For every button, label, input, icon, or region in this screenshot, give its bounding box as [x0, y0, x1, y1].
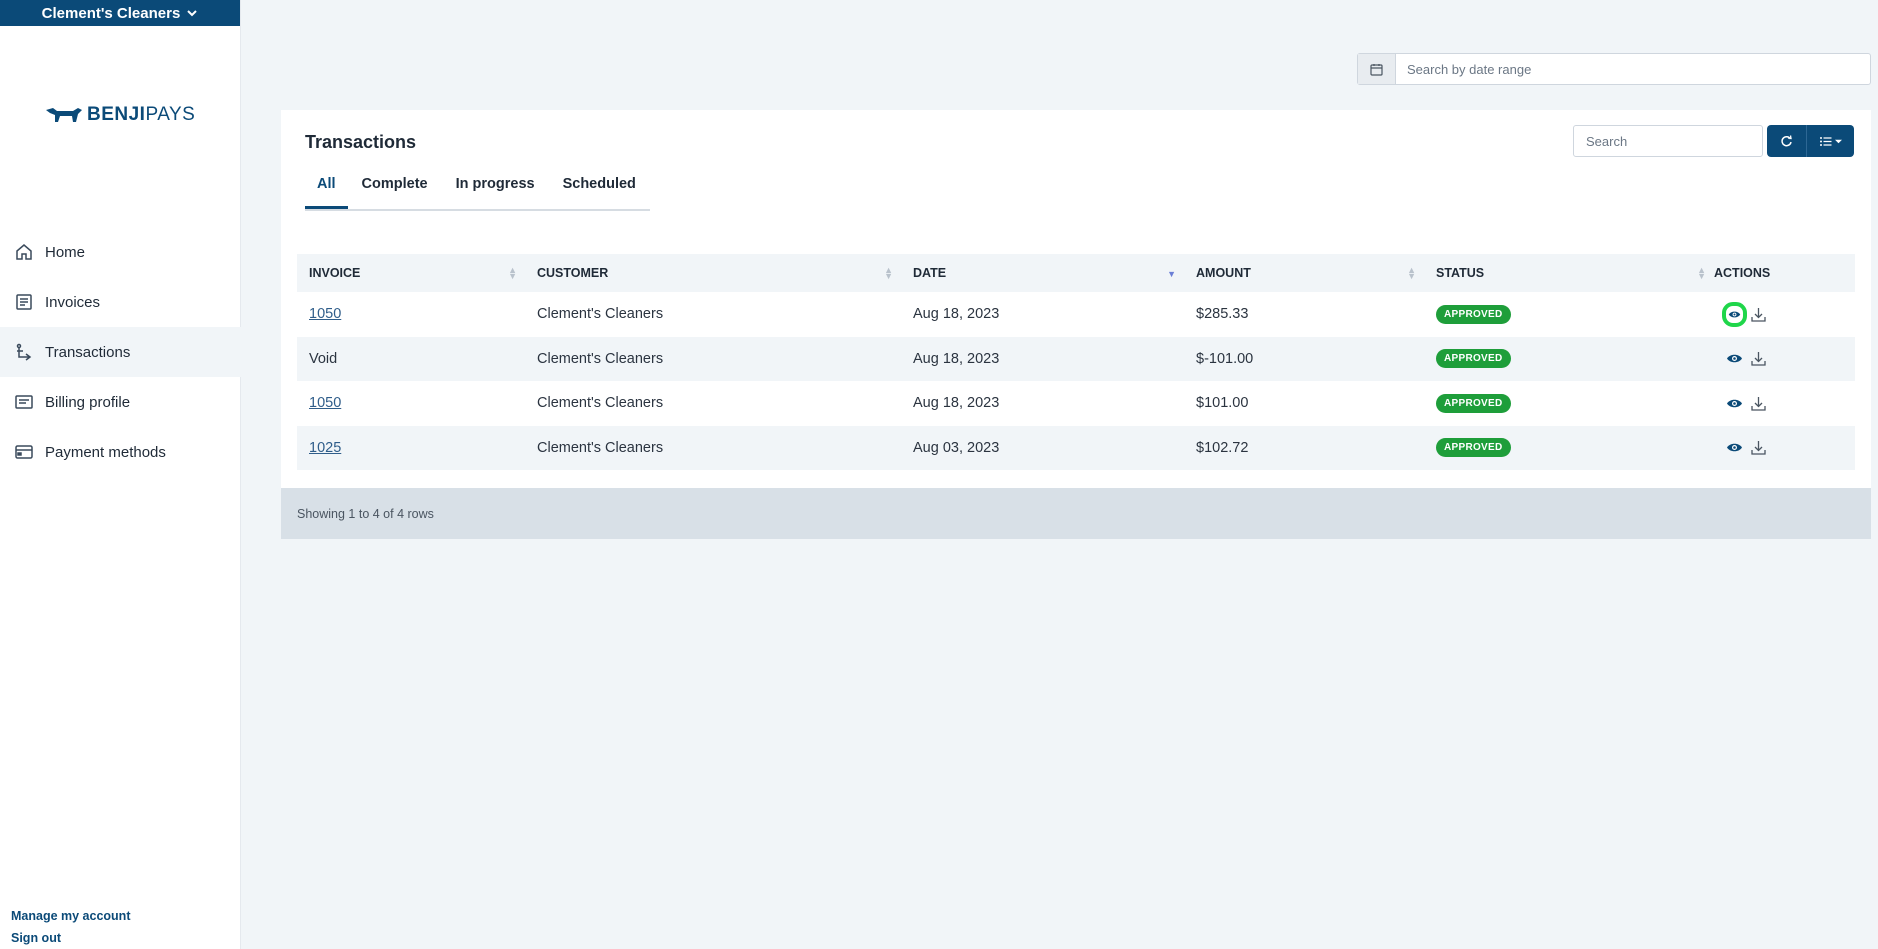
eye-icon — [1727, 399, 1742, 407]
manage-account-link[interactable]: Manage my account — [11, 909, 130, 923]
view-button[interactable] — [1726, 350, 1743, 367]
sign-out-link[interactable]: Sign out — [11, 931, 130, 945]
eye-icon — [1728, 311, 1741, 318]
home-icon — [16, 244, 32, 260]
column-header-customer[interactable]: CUSTOMER ▲ ▼ — [525, 254, 901, 292]
status-badge: APPROVED — [1436, 304, 1511, 324]
billing-icon — [15, 395, 33, 409]
tab-in-progress[interactable]: In progress — [442, 169, 549, 209]
table-footer: Showing 1 to 4 of 4 rows — [281, 488, 1871, 539]
date-cell: Aug 18, 2023 — [913, 306, 1000, 323]
download-icon — [1751, 396, 1766, 411]
caret-down-icon — [1835, 139, 1842, 143]
invoice-link[interactable]: 1025 — [309, 440, 341, 456]
sort-icon: ▲ ▼ — [884, 265, 893, 281]
invoice-link[interactable]: 1050 — [309, 306, 341, 322]
sidebar-item-home[interactable]: Home — [0, 227, 241, 277]
sidebar-item-label: Transactions — [45, 343, 131, 361]
sidebar-nav: Home Invoices Transactions Billing profi… — [0, 227, 241, 477]
sidebar-item-label: Payment methods — [45, 443, 166, 461]
sort-desc-icon: ▼ — [1167, 269, 1176, 279]
sidebar-item-transactions[interactable]: Transactions — [0, 327, 241, 377]
customer-cell: Clement's Cleaners — [525, 336, 901, 381]
view-button[interactable] — [1722, 301, 1747, 327]
table-row: 1050 Clement's Cleaners Aug 18, 2023 $28… — [297, 292, 1855, 337]
date-range-input[interactable] — [1396, 54, 1870, 84]
column-header-invoice[interactable]: INVOICE ▲ ▼ — [297, 254, 525, 292]
download-icon — [1751, 352, 1766, 366]
logo-text-bold: BENJI — [87, 104, 146, 125]
sidebar: Clement's Cleaners BENJIPAYS Home Invoic… — [0, 0, 241, 949]
status-badge: APPROVED — [1436, 438, 1511, 458]
view-button[interactable] — [1726, 395, 1743, 412]
customer-cell: Clement's Cleaners — [525, 425, 901, 470]
benjipays-logo: BENJIPAYS — [45, 104, 195, 126]
sidebar-item-invoices[interactable]: Invoices — [0, 277, 241, 327]
table-toolbar — [1767, 125, 1854, 157]
dog-logo-icon — [46, 108, 82, 122]
sidebar-item-payment-methods[interactable]: Payment methods — [0, 427, 241, 477]
eye-icon — [1727, 444, 1742, 452]
sort-icon: ▲ ▼ — [1407, 265, 1416, 281]
table-row: Void Clement's Cleaners Aug 18, 2023 $-1… — [297, 336, 1855, 381]
column-header-status[interactable]: STATUS ▲ ▼ — [1424, 254, 1714, 292]
sort-icon: ▲ ▼ — [1697, 265, 1706, 281]
calendar-icon — [1370, 63, 1383, 76]
date-cell: Aug 03, 2023 — [901, 425, 1184, 470]
download-button[interactable] — [1750, 439, 1767, 456]
pagination-summary: Showing 1 to 4 of 4 rows — [297, 506, 434, 521]
date-cell: Aug 18, 2023 — [913, 395, 1000, 412]
table-row: 1050 Clement's Cleaners Aug 18, 2023 $10… — [297, 381, 1855, 426]
amount-cell: $285.33 — [1196, 306, 1249, 323]
column-header-actions: ACTIONS — [1714, 254, 1855, 292]
transaction-tabs: All Complete In progress Scheduled — [305, 169, 650, 211]
search-input[interactable] — [1573, 125, 1763, 157]
transactions-table: INVOICE ▲ ▼ CUSTOMER ▲ ▼ DATE ▼ AMOUNT ▲ ▼ STAT… — [297, 254, 1855, 470]
customer-cell: Clement's Cleaners — [537, 306, 664, 323]
refresh-button[interactable] — [1767, 125, 1807, 157]
status-badge: APPROVED — [1436, 393, 1511, 413]
customer-cell: Clement's Cleaners — [537, 395, 664, 412]
tab-scheduled[interactable]: Scheduled — [549, 169, 650, 209]
sidebar-item-label: Billing profile — [45, 393, 131, 411]
download-icon — [1751, 307, 1766, 322]
view-button[interactable] — [1726, 439, 1743, 456]
invoice-cell: Void — [297, 336, 525, 381]
sidebar-item-billing-profile[interactable]: Billing profile — [0, 377, 241, 427]
tab-complete[interactable]: Complete — [348, 169, 442, 209]
invoice-icon — [16, 294, 32, 310]
tab-all[interactable]: All — [305, 169, 348, 209]
transactions-icon — [16, 343, 32, 361]
list-icon — [1820, 136, 1832, 146]
sidebar-item-label: Invoices — [45, 293, 101, 311]
download-button[interactable] — [1750, 350, 1767, 367]
download-button[interactable] — [1750, 395, 1767, 412]
eye-icon — [1727, 355, 1742, 363]
org-switcher[interactable]: Clement's Cleaners — [0, 0, 240, 26]
chevron-down-icon — [187, 10, 198, 17]
page-title: Transactions — [305, 132, 417, 152]
calendar-button[interactable] — [1358, 54, 1396, 84]
org-name: Clement's Cleaners — [41, 4, 181, 22]
refresh-icon — [1781, 134, 1792, 146]
date-range-filter — [1357, 53, 1871, 85]
column-header-amount[interactable]: AMOUNT ▲ ▼ — [1184, 254, 1424, 292]
sort-icon: ▲ ▼ — [508, 265, 517, 281]
invoice-link[interactable]: 1050 — [309, 395, 341, 411]
table-row: 1025 Clement's Cleaners Aug 03, 2023 $10… — [297, 425, 1855, 470]
card-icon — [15, 445, 33, 459]
amount-cell: $101.00 — [1196, 395, 1249, 412]
columns-menu-button[interactable] — [1807, 125, 1854, 157]
amount-cell: $102.72 — [1184, 425, 1424, 470]
download-icon — [1751, 441, 1766, 455]
status-badge: APPROVED — [1436, 349, 1511, 369]
logo-text-light: PAYS — [145, 104, 196, 125]
column-header-date[interactable]: DATE ▼ — [901, 254, 1184, 292]
table-header-row: INVOICE ▲ ▼ CUSTOMER ▲ ▼ DATE ▼ AMOUNT ▲ ▼ STAT… — [297, 254, 1855, 292]
amount-cell: $-101.00 — [1184, 336, 1424, 381]
download-button[interactable] — [1750, 306, 1767, 323]
date-cell: Aug 18, 2023 — [901, 336, 1184, 381]
account-links: Manage my account Sign out — [11, 901, 130, 945]
sidebar-item-label: Home — [45, 243, 86, 261]
